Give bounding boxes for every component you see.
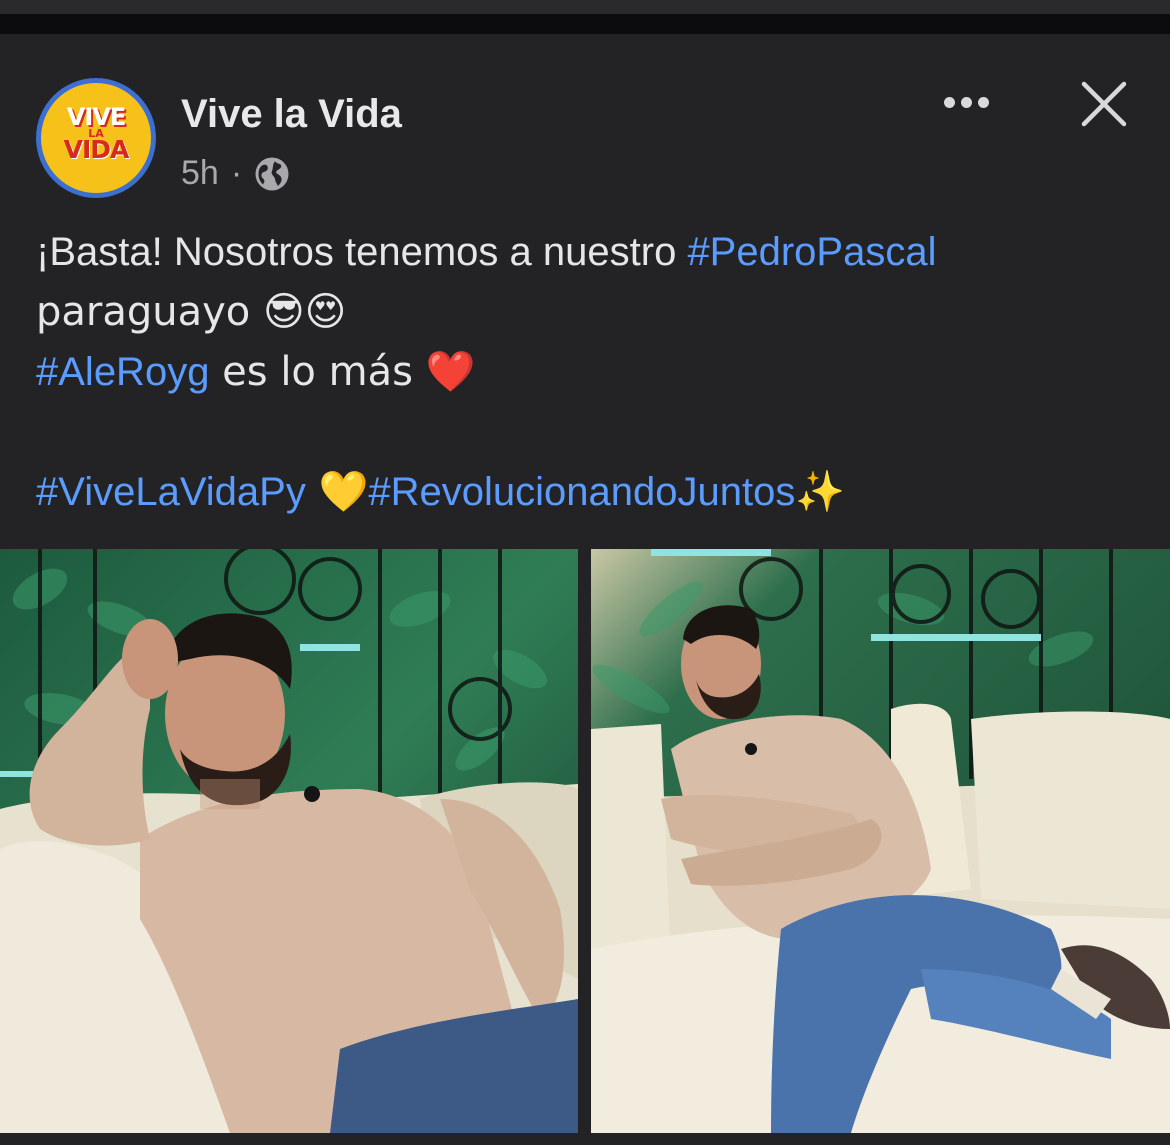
page-avatar[interactable]: VIVE LA VIDA	[36, 78, 156, 198]
hashtag-aleroyg[interactable]: #AleRoyg	[36, 350, 209, 394]
hashtag-vivelavidapy[interactable]: #ViveLaVidaPy	[36, 470, 306, 514]
close-icon[interactable]	[1080, 80, 1128, 128]
post-meta: 5h ·	[181, 154, 290, 193]
photo-man-reclining-on-sofa	[0, 549, 578, 1133]
post-text-segment: es lo más ❤️	[209, 349, 476, 395]
post-photo-2[interactable]	[591, 549, 1170, 1133]
post-text-segment: ¡Basta! Nosotros tenemos a nuestro	[36, 230, 688, 274]
more-dot	[944, 96, 955, 108]
more-dot	[961, 96, 972, 108]
post-line-blank	[36, 402, 1146, 462]
more-options-button[interactable]	[944, 92, 1000, 112]
feed-divider	[0, 14, 1170, 34]
yellow-heart-emoji: 💛	[305, 469, 369, 515]
page-name[interactable]: Vive la Vida	[181, 92, 402, 137]
post-time[interactable]: 5h	[181, 154, 219, 193]
post-photo-1[interactable]	[0, 549, 578, 1133]
logo-line-1: VIVE	[66, 103, 126, 131]
hashtag-revolucionandojuntos[interactable]: #RevolucionandoJuntos	[368, 470, 795, 514]
vive-la-vida-logo: VIVE LA VIDA	[41, 83, 151, 193]
hashtag-pedropascal[interactable]: #PedroPascal	[687, 230, 936, 274]
photo-man-sitting-arms-crossed	[591, 549, 1170, 1133]
post-line-1: ¡Basta! Nosotros tenemos a nuestro #Pedr…	[36, 222, 1146, 282]
more-dot	[978, 96, 989, 108]
post-line-5: #ViveLaVidaPy 💛#RevolucionandoJuntos✨	[36, 462, 1146, 522]
sparkles-emoji: ✨	[795, 469, 846, 515]
post-text-segment: paraguayo 😎😍	[36, 289, 347, 335]
post-line-2: paraguayo 😎😍	[36, 282, 1146, 342]
globe-icon[interactable]	[254, 156, 290, 192]
previous-post-edge	[0, 0, 1170, 14]
logo-line-3: VIDA	[63, 135, 130, 164]
post-message: ¡Basta! Nosotros tenemos a nuestro #Pedr…	[36, 222, 1146, 522]
post-line-3: #AleRoyg es lo más ❤️	[36, 342, 1146, 402]
meta-separator: ·	[230, 154, 243, 192]
